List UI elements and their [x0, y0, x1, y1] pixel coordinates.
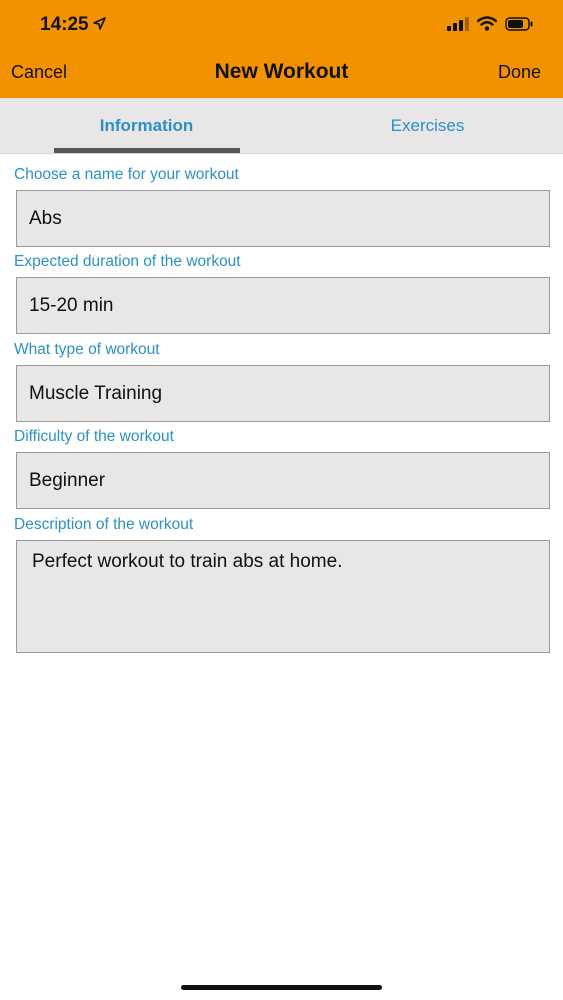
tab-bar: Information Exercises	[0, 98, 563, 154]
tab-exercises[interactable]: Exercises	[287, 98, 563, 154]
location-arrow-icon	[92, 14, 106, 36]
wifi-icon	[476, 16, 498, 36]
type-label: What type of workout	[14, 341, 160, 358]
status-time-text: 14:25	[40, 14, 89, 35]
duration-field[interactable]: 15-20 min	[16, 277, 550, 334]
workout-name-field[interactable]: Abs	[16, 190, 550, 247]
tab-selected-indicator	[54, 148, 240, 153]
navigation-header: 14:25 Cancel New Workout Done	[0, 0, 563, 98]
description-field[interactable]: Perfect workout to train abs at home.	[16, 540, 550, 653]
page-title: New Workout	[214, 60, 349, 83]
signal-icon	[447, 16, 469, 36]
difficulty-label: Difficulty of the workout	[14, 428, 174, 445]
status-time: 14:25	[40, 14, 106, 36]
name-label: Choose a name for your workout	[14, 166, 239, 183]
difficulty-field[interactable]: Beginner	[16, 452, 550, 509]
status-icons	[447, 16, 533, 36]
home-indicator	[181, 985, 382, 990]
done-button[interactable]: Done	[498, 62, 541, 83]
battery-icon	[505, 16, 533, 36]
description-label: Description of the workout	[14, 516, 194, 533]
workout-type-field[interactable]: Muscle Training	[16, 365, 550, 422]
duration-label: Expected duration of the workout	[14, 253, 241, 270]
tab-information[interactable]: Information	[6, 98, 287, 154]
